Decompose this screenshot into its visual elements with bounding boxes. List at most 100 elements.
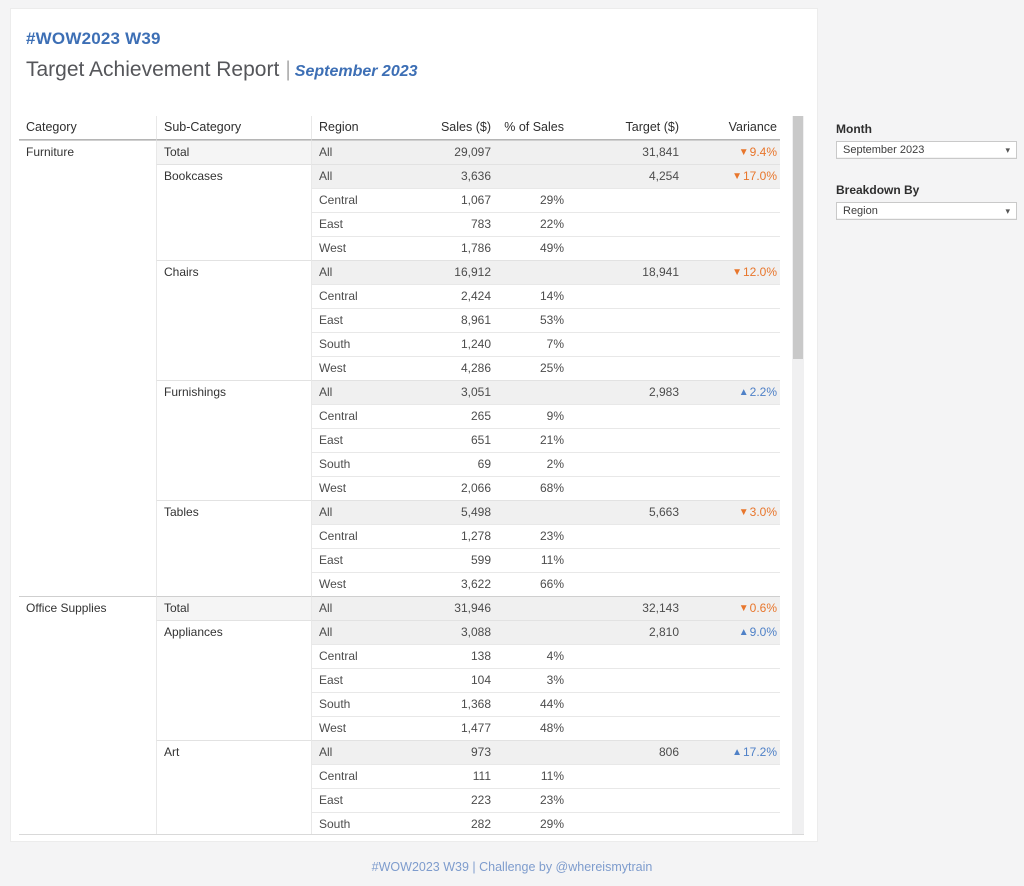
- target-achievement-table: Category Sub-Category Region Sales ($) %…: [19, 116, 804, 835]
- table-row[interactable]: West3,62266%: [19, 572, 780, 596]
- table-row[interactable]: FurnitureTotalAll29,09731,841▼9.4%: [19, 140, 780, 164]
- table-row[interactable]: East1043%: [19, 668, 780, 692]
- cell-category: [19, 812, 156, 835]
- cell-category: [19, 236, 156, 260]
- table-row[interactable]: Central11111%: [19, 764, 780, 788]
- breakdown-filter-select[interactable]: Region ▾: [836, 202, 1017, 220]
- cell-pct-of-sales: 23%: [498, 524, 571, 548]
- table-row[interactable]: West1,78649%: [19, 236, 780, 260]
- cell-region: East: [311, 548, 401, 572]
- breakdown-filter-group: Breakdown By Region ▾: [836, 183, 1017, 220]
- cell-sales: 2,066: [401, 476, 498, 500]
- cell-variance: [686, 644, 780, 668]
- cell-category: [19, 212, 156, 236]
- cell-variance: ▲9.0%: [686, 620, 780, 644]
- cell-variance: ▼17.0%: [686, 164, 780, 188]
- cell-category: [19, 692, 156, 716]
- table-row[interactable]: East8,96153%: [19, 308, 780, 332]
- table-row[interactable]: West4,28625%: [19, 356, 780, 380]
- table-row[interactable]: Central1384%: [19, 644, 780, 668]
- footer-caption: #WOW2023 W39 | Challenge by @whereismytr…: [0, 860, 1024, 874]
- table-row[interactable]: East59911%: [19, 548, 780, 572]
- cell-target: [571, 332, 686, 356]
- cell-sales: 973: [401, 740, 498, 764]
- cell-variance: [686, 476, 780, 500]
- table-row[interactable]: Office SuppliesTotalAll31,94632,143▼0.6%: [19, 596, 780, 620]
- cell-sales: 29,097: [401, 140, 498, 164]
- cell-category: [19, 308, 156, 332]
- cell-variance: ▲17.2%: [686, 740, 780, 764]
- month-filter-select[interactable]: September 2023 ▾: [836, 141, 1017, 159]
- cell-variance: [686, 788, 780, 812]
- column-header-target: Target ($): [571, 116, 686, 140]
- table-row[interactable]: FurnishingsAll3,0512,983▲2.2%: [19, 380, 780, 404]
- table-row[interactable]: BookcasesAll3,6364,254▼17.0%: [19, 164, 780, 188]
- cell-variance: [686, 308, 780, 332]
- cell-variance: [686, 284, 780, 308]
- cell-target: [571, 212, 686, 236]
- table-row[interactable]: Central1,27823%: [19, 524, 780, 548]
- report-subtitle-month: September 2023: [295, 63, 418, 80]
- cell-sub-category: [156, 188, 311, 212]
- table-row[interactable]: South28229%: [19, 812, 780, 835]
- cell-region: Central: [311, 764, 401, 788]
- cell-pct-of-sales: 29%: [498, 188, 571, 212]
- cell-target: [571, 356, 686, 380]
- table-row[interactable]: East78322%: [19, 212, 780, 236]
- cell-variance: [686, 452, 780, 476]
- table-row[interactable]: Central2,42414%: [19, 284, 780, 308]
- cell-variance: ▼12.0%: [686, 260, 780, 284]
- column-header-pct-of-sales: % of Sales: [498, 116, 571, 140]
- triangle-down-icon: ▼: [732, 171, 742, 182]
- cell-pct-of-sales: 22%: [498, 212, 571, 236]
- cell-category: [19, 356, 156, 380]
- cell-target: [571, 548, 686, 572]
- cell-pct-of-sales: 68%: [498, 476, 571, 500]
- cell-pct-of-sales: 4%: [498, 644, 571, 668]
- table-header-row: Category Sub-Category Region Sales ($) %…: [19, 116, 780, 140]
- table-row[interactable]: East65121%: [19, 428, 780, 452]
- table-row[interactable]: AppliancesAll3,0882,810▲9.0%: [19, 620, 780, 644]
- cell-pct-of-sales: 2%: [498, 452, 571, 476]
- table-row[interactable]: West1,47748%: [19, 716, 780, 740]
- cell-target: [571, 812, 686, 835]
- cell-category: [19, 620, 156, 644]
- table-row[interactable]: South692%: [19, 452, 780, 476]
- cell-target: [571, 716, 686, 740]
- variance-value: 2.2%: [750, 385, 777, 399]
- cell-pct-of-sales: [498, 740, 571, 764]
- cell-category: [19, 764, 156, 788]
- cell-pct-of-sales: 66%: [498, 572, 571, 596]
- table-row[interactable]: Central1,06729%: [19, 188, 780, 212]
- report-title-line: Target Achievement Report|September 2023: [26, 58, 817, 82]
- cell-region: West: [311, 572, 401, 596]
- variance-value: 17.0%: [743, 169, 777, 183]
- cell-pct-of-sales: 53%: [498, 308, 571, 332]
- cell-region: Central: [311, 284, 401, 308]
- cell-region: South: [311, 332, 401, 356]
- cell-sales: 138: [401, 644, 498, 668]
- table-row[interactable]: East22323%: [19, 788, 780, 812]
- variance-value: 3.0%: [750, 505, 777, 519]
- scrollbar-thumb[interactable]: [793, 116, 803, 359]
- cell-variance: ▼0.6%: [686, 596, 780, 620]
- cell-target: [571, 644, 686, 668]
- cell-category: [19, 524, 156, 548]
- table-row[interactable]: West2,06668%: [19, 476, 780, 500]
- cell-sub-category: Total: [156, 596, 311, 620]
- cell-target: 806: [571, 740, 686, 764]
- table-row[interactable]: Central2659%: [19, 404, 780, 428]
- table-row[interactable]: TablesAll5,4985,663▼3.0%: [19, 500, 780, 524]
- table-row[interactable]: South1,2407%: [19, 332, 780, 356]
- cell-sub-category: [156, 404, 311, 428]
- table-row[interactable]: ChairsAll16,91218,941▼12.0%: [19, 260, 780, 284]
- cell-sales: 2,424: [401, 284, 498, 308]
- table-scrollbar[interactable]: [792, 116, 804, 835]
- table-row[interactable]: ArtAll973806▲17.2%: [19, 740, 780, 764]
- table-row[interactable]: South1,36844%: [19, 692, 780, 716]
- cell-target: 31,841: [571, 140, 686, 164]
- cell-pct-of-sales: 11%: [498, 548, 571, 572]
- cell-variance: [686, 692, 780, 716]
- cell-sub-category: [156, 212, 311, 236]
- cell-sales: 111: [401, 764, 498, 788]
